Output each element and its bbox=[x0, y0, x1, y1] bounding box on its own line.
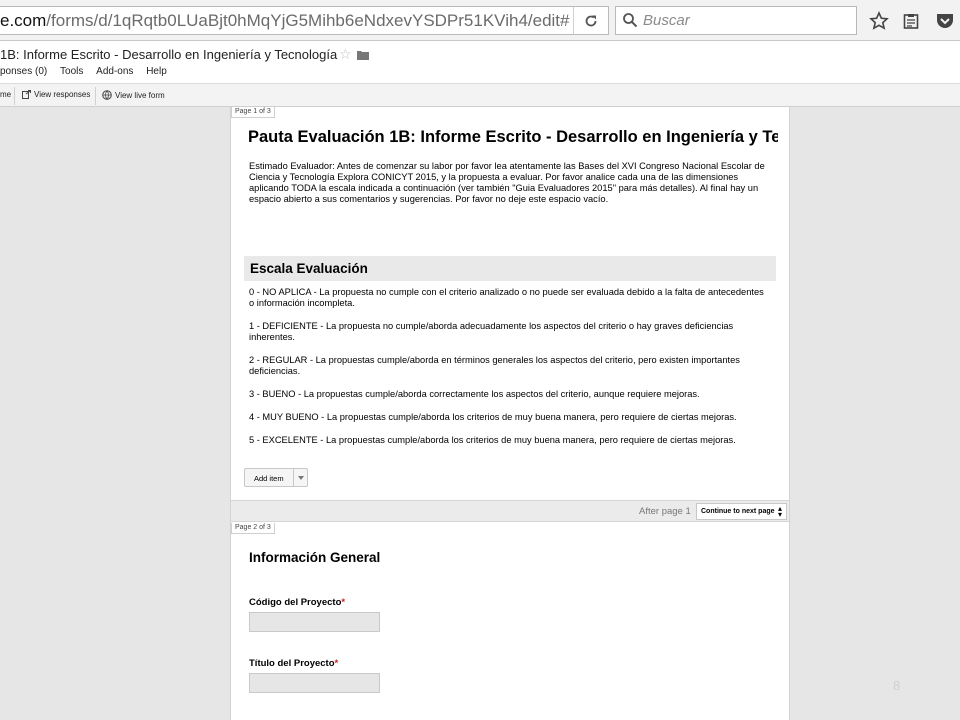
add-item-button[interactable]: Add item bbox=[244, 468, 308, 487]
form-editor: Page 1 of 3 Pauta Evaluación 1B: Informe… bbox=[230, 107, 790, 720]
section-title[interactable]: Información General bbox=[249, 550, 380, 565]
text-answer-field[interactable] bbox=[249, 673, 380, 693]
menu-responses[interactable]: ponses (0) bbox=[0, 66, 47, 77]
search-placeholder: Buscar bbox=[643, 12, 690, 29]
chevron-down-icon bbox=[297, 475, 304, 480]
url-path: /forms/d/1qRqtb0LUaBjt0hMqYjG5Mihb6eNdxe… bbox=[46, 11, 570, 30]
view-responses-label: View responses bbox=[34, 90, 91, 99]
scale-item: 1 - DEFICIENTE - La propuesta no cumple/… bbox=[249, 321, 734, 342]
scale-description[interactable]: 0 - NO APLICA - La propuesta no cumple c… bbox=[249, 287, 769, 458]
reading-list-button[interactable] bbox=[900, 10, 922, 32]
scale-item: 2 - REGULAR - La propuestas cumple/abord… bbox=[249, 355, 740, 376]
browser-toolbar: e.com/forms/d/1qRqtb0LUaBjt0hMqYjG5Mihb6… bbox=[0, 0, 960, 41]
browser-search-field[interactable]: Buscar bbox=[615, 6, 857, 35]
section-title: Escala Evaluación bbox=[250, 261, 368, 276]
search-icon bbox=[623, 13, 638, 28]
form-title[interactable]: Pauta Evaluación 1B: Informe Escrito - D… bbox=[248, 128, 778, 147]
menu-bar: ponses (0) Tools Add-ons Help bbox=[0, 66, 177, 77]
divider bbox=[14, 87, 15, 105]
menu-add-ons[interactable]: Add-ons bbox=[96, 66, 133, 77]
reload-icon bbox=[585, 15, 596, 26]
editor-action-bar: me View responses View live form bbox=[0, 83, 960, 107]
after-page-label: After page 1 bbox=[639, 506, 691, 517]
updown-icon: ▴ ▾ bbox=[777, 504, 782, 519]
scale-item: 3 - BUENO - La propuestas cumple/aborda … bbox=[249, 389, 700, 399]
reload-button[interactable] bbox=[573, 7, 607, 34]
question-text: Código del Proyecto bbox=[249, 597, 342, 608]
page-indicator: Page 2 of 3 bbox=[231, 523, 275, 534]
menu-tools[interactable]: Tools bbox=[60, 66, 83, 77]
question-label[interactable]: Código del Proyecto* bbox=[249, 597, 345, 608]
clipboard-icon bbox=[903, 14, 919, 29]
required-mark: * bbox=[341, 597, 346, 608]
section-header[interactable]: Escala Evaluación bbox=[244, 256, 776, 281]
page-navigation: After page 1 Continue to next page ▴ ▾ bbox=[231, 500, 789, 522]
view-live-form-button[interactable]: View live form bbox=[102, 90, 165, 100]
required-mark: * bbox=[334, 658, 339, 669]
folder-icon[interactable] bbox=[357, 50, 369, 60]
divider bbox=[95, 87, 96, 105]
star-icon bbox=[869, 11, 889, 30]
pocket-icon bbox=[937, 14, 953, 28]
document-title[interactable]: 1B: Informe Escrito - Desarrollo en Inge… bbox=[0, 47, 337, 62]
theme-button-label: me bbox=[0, 90, 12, 99]
page-navigation-value: Continue to next page bbox=[701, 508, 775, 515]
scale-item: 4 - MUY BUENO - La propuestas cumple/abo… bbox=[249, 412, 737, 422]
text-answer-field[interactable] bbox=[249, 612, 380, 632]
theme-button[interactable]: me bbox=[0, 90, 11, 99]
globe-icon bbox=[102, 90, 112, 100]
forms-app-header: 1B: Informe Escrito - Desarrollo en Inge… bbox=[0, 41, 960, 83]
add-item-label: Add item bbox=[254, 474, 284, 483]
export-icon bbox=[22, 90, 31, 99]
page-navigation-select[interactable]: Continue to next page ▴ ▾ bbox=[696, 503, 787, 520]
star-icon[interactable]: ☆ bbox=[339, 46, 352, 63]
page-indicator: Page 1 of 3 bbox=[231, 107, 275, 118]
question-text: Título del Proyecto bbox=[249, 658, 335, 669]
scale-item: 0 - NO APLICA - La propuesta no cumple c… bbox=[249, 287, 764, 308]
add-item-dropdown[interactable] bbox=[293, 469, 307, 486]
slide-number: 8 bbox=[893, 678, 901, 693]
scale-item: 5 - EXCELENTE - La propuestas cumple/abo… bbox=[249, 435, 736, 445]
question-label[interactable]: Título del Proyecto* bbox=[249, 658, 338, 669]
menu-help[interactable]: Help bbox=[146, 66, 167, 77]
address-bar[interactable]: e.com/forms/d/1qRqtb0LUaBjt0hMqYjG5Mihb6… bbox=[0, 6, 609, 35]
bookmark-star-button[interactable] bbox=[868, 10, 890, 32]
view-live-form-label: View live form bbox=[115, 90, 165, 100]
pocket-button[interactable] bbox=[934, 10, 956, 32]
url-host: e.com bbox=[0, 11, 47, 30]
form-description[interactable]: Estimado Evaluador: Antes de comenzar su… bbox=[249, 161, 765, 205]
view-responses-button[interactable]: View responses bbox=[22, 90, 90, 99]
